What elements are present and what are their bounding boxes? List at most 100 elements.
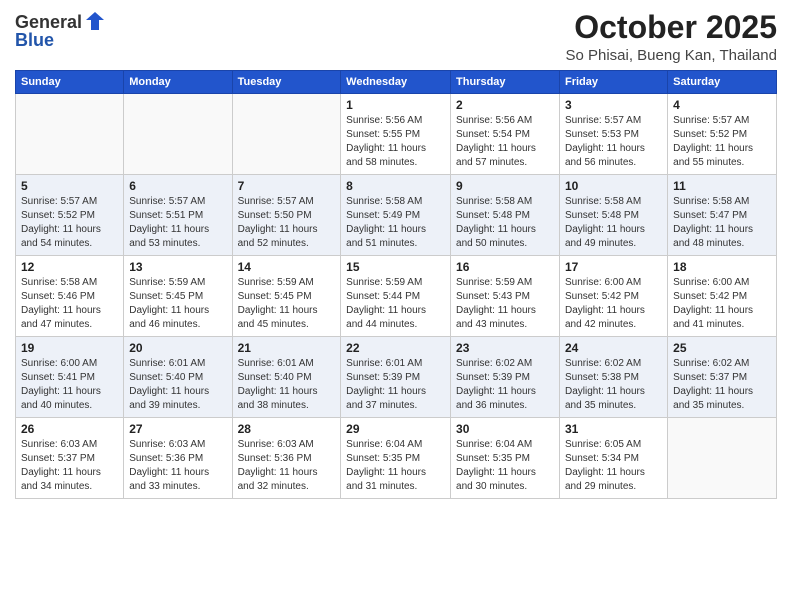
location-title: So Phisai, Bueng Kan, Thailand	[565, 47, 777, 64]
day-number: 9	[456, 179, 554, 193]
day-number: 10	[565, 179, 662, 193]
day-number: 14	[238, 260, 336, 274]
page: General Blue October 2025 So Phisai, Bue…	[0, 0, 792, 612]
day-info: Sunrise: 5:59 AMSunset: 5:45 PMDaylight:…	[129, 277, 209, 330]
header: General Blue October 2025 So Phisai, Bue…	[15, 10, 777, 64]
day-number: 31	[565, 422, 662, 436]
day-info: Sunrise: 5:57 AMSunset: 5:53 PMDaylight:…	[565, 115, 645, 168]
month-title: October 2025	[565, 10, 777, 45]
col-sunday: Sunday	[16, 71, 124, 94]
day-number: 22	[346, 341, 445, 355]
day-info: Sunrise: 6:00 AMSunset: 5:41 PMDaylight:…	[21, 358, 101, 411]
table-row: 23 Sunrise: 6:02 AMSunset: 5:39 PMDaylig…	[451, 337, 560, 418]
calendar-row: 19 Sunrise: 6:00 AMSunset: 5:41 PMDaylig…	[16, 337, 777, 418]
day-info: Sunrise: 5:58 AMSunset: 5:47 PMDaylight:…	[673, 196, 753, 249]
day-info: Sunrise: 5:58 AMSunset: 5:46 PMDaylight:…	[21, 277, 101, 330]
day-info: Sunrise: 6:01 AMSunset: 5:40 PMDaylight:…	[238, 358, 318, 411]
day-number: 8	[346, 179, 445, 193]
table-row: 27 Sunrise: 6:03 AMSunset: 5:36 PMDaylig…	[124, 418, 232, 499]
table-row	[668, 418, 777, 499]
day-number: 12	[21, 260, 118, 274]
table-row: 30 Sunrise: 6:04 AMSunset: 5:35 PMDaylig…	[451, 418, 560, 499]
table-row: 13 Sunrise: 5:59 AMSunset: 5:45 PMDaylig…	[124, 256, 232, 337]
day-info: Sunrise: 5:57 AMSunset: 5:51 PMDaylight:…	[129, 196, 209, 249]
day-number: 1	[346, 98, 445, 112]
calendar-row: 5 Sunrise: 5:57 AMSunset: 5:52 PMDayligh…	[16, 175, 777, 256]
table-row: 11 Sunrise: 5:58 AMSunset: 5:47 PMDaylig…	[668, 175, 777, 256]
table-row: 14 Sunrise: 5:59 AMSunset: 5:45 PMDaylig…	[232, 256, 341, 337]
day-info: Sunrise: 6:05 AMSunset: 5:34 PMDaylight:…	[565, 439, 645, 492]
table-row: 18 Sunrise: 6:00 AMSunset: 5:42 PMDaylig…	[668, 256, 777, 337]
day-info: Sunrise: 5:56 AMSunset: 5:54 PMDaylight:…	[456, 115, 536, 168]
title-block: October 2025 So Phisai, Bueng Kan, Thail…	[565, 10, 777, 64]
day-info: Sunrise: 6:00 AMSunset: 5:42 PMDaylight:…	[565, 277, 645, 330]
day-info: Sunrise: 6:02 AMSunset: 5:38 PMDaylight:…	[565, 358, 645, 411]
col-friday: Friday	[560, 71, 668, 94]
table-row	[16, 94, 124, 175]
calendar-table: Sunday Monday Tuesday Wednesday Thursday…	[15, 70, 777, 499]
day-number: 24	[565, 341, 662, 355]
day-number: 23	[456, 341, 554, 355]
day-number: 5	[21, 179, 118, 193]
day-info: Sunrise: 6:03 AMSunset: 5:36 PMDaylight:…	[238, 439, 318, 492]
logo: General Blue	[15, 10, 106, 51]
day-info: Sunrise: 5:59 AMSunset: 5:43 PMDaylight:…	[456, 277, 536, 330]
day-number: 6	[129, 179, 226, 193]
day-info: Sunrise: 5:57 AMSunset: 5:50 PMDaylight:…	[238, 196, 318, 249]
day-number: 18	[673, 260, 771, 274]
day-number: 28	[238, 422, 336, 436]
day-number: 20	[129, 341, 226, 355]
table-row: 5 Sunrise: 5:57 AMSunset: 5:52 PMDayligh…	[16, 175, 124, 256]
day-number: 19	[21, 341, 118, 355]
day-number: 2	[456, 98, 554, 112]
day-number: 27	[129, 422, 226, 436]
table-row: 26 Sunrise: 6:03 AMSunset: 5:37 PMDaylig…	[16, 418, 124, 499]
day-info: Sunrise: 6:03 AMSunset: 5:37 PMDaylight:…	[21, 439, 101, 492]
day-number: 25	[673, 341, 771, 355]
day-number: 15	[346, 260, 445, 274]
day-info: Sunrise: 5:58 AMSunset: 5:48 PMDaylight:…	[456, 196, 536, 249]
day-number: 29	[346, 422, 445, 436]
day-number: 7	[238, 179, 336, 193]
table-row: 28 Sunrise: 6:03 AMSunset: 5:36 PMDaylig…	[232, 418, 341, 499]
table-row: 10 Sunrise: 5:58 AMSunset: 5:48 PMDaylig…	[560, 175, 668, 256]
table-row: 1 Sunrise: 5:56 AMSunset: 5:55 PMDayligh…	[341, 94, 451, 175]
table-row: 22 Sunrise: 6:01 AMSunset: 5:39 PMDaylig…	[341, 337, 451, 418]
day-info: Sunrise: 6:04 AMSunset: 5:35 PMDaylight:…	[456, 439, 536, 492]
day-info: Sunrise: 6:04 AMSunset: 5:35 PMDaylight:…	[346, 439, 426, 492]
day-number: 4	[673, 98, 771, 112]
day-number: 21	[238, 341, 336, 355]
table-row: 8 Sunrise: 5:58 AMSunset: 5:49 PMDayligh…	[341, 175, 451, 256]
table-row: 16 Sunrise: 5:59 AMSunset: 5:43 PMDaylig…	[451, 256, 560, 337]
table-row	[124, 94, 232, 175]
day-info: Sunrise: 6:00 AMSunset: 5:42 PMDaylight:…	[673, 277, 753, 330]
day-info: Sunrise: 5:59 AMSunset: 5:44 PMDaylight:…	[346, 277, 426, 330]
table-row: 17 Sunrise: 6:00 AMSunset: 5:42 PMDaylig…	[560, 256, 668, 337]
table-row: 29 Sunrise: 6:04 AMSunset: 5:35 PMDaylig…	[341, 418, 451, 499]
table-row: 25 Sunrise: 6:02 AMSunset: 5:37 PMDaylig…	[668, 337, 777, 418]
table-row: 19 Sunrise: 6:00 AMSunset: 5:41 PMDaylig…	[16, 337, 124, 418]
calendar-row: 1 Sunrise: 5:56 AMSunset: 5:55 PMDayligh…	[16, 94, 777, 175]
day-info: Sunrise: 6:03 AMSunset: 5:36 PMDaylight:…	[129, 439, 209, 492]
table-row	[232, 94, 341, 175]
day-info: Sunrise: 5:56 AMSunset: 5:55 PMDaylight:…	[346, 115, 426, 168]
day-number: 3	[565, 98, 662, 112]
day-info: Sunrise: 5:57 AMSunset: 5:52 PMDaylight:…	[673, 115, 753, 168]
day-info: Sunrise: 5:57 AMSunset: 5:52 PMDaylight:…	[21, 196, 101, 249]
day-info: Sunrise: 6:01 AMSunset: 5:39 PMDaylight:…	[346, 358, 426, 411]
table-row: 24 Sunrise: 6:02 AMSunset: 5:38 PMDaylig…	[560, 337, 668, 418]
calendar-row: 12 Sunrise: 5:58 AMSunset: 5:46 PMDaylig…	[16, 256, 777, 337]
table-row: 21 Sunrise: 6:01 AMSunset: 5:40 PMDaylig…	[232, 337, 341, 418]
col-monday: Monday	[124, 71, 232, 94]
table-row: 9 Sunrise: 5:58 AMSunset: 5:48 PMDayligh…	[451, 175, 560, 256]
day-info: Sunrise: 5:58 AMSunset: 5:48 PMDaylight:…	[565, 196, 645, 249]
table-row: 3 Sunrise: 5:57 AMSunset: 5:53 PMDayligh…	[560, 94, 668, 175]
table-row: 7 Sunrise: 5:57 AMSunset: 5:50 PMDayligh…	[232, 175, 341, 256]
table-row: 6 Sunrise: 5:57 AMSunset: 5:51 PMDayligh…	[124, 175, 232, 256]
day-info: Sunrise: 6:02 AMSunset: 5:39 PMDaylight:…	[456, 358, 536, 411]
col-wednesday: Wednesday	[341, 71, 451, 94]
day-number: 30	[456, 422, 554, 436]
logo-icon	[84, 10, 106, 32]
calendar-row: 26 Sunrise: 6:03 AMSunset: 5:37 PMDaylig…	[16, 418, 777, 499]
day-number: 26	[21, 422, 118, 436]
